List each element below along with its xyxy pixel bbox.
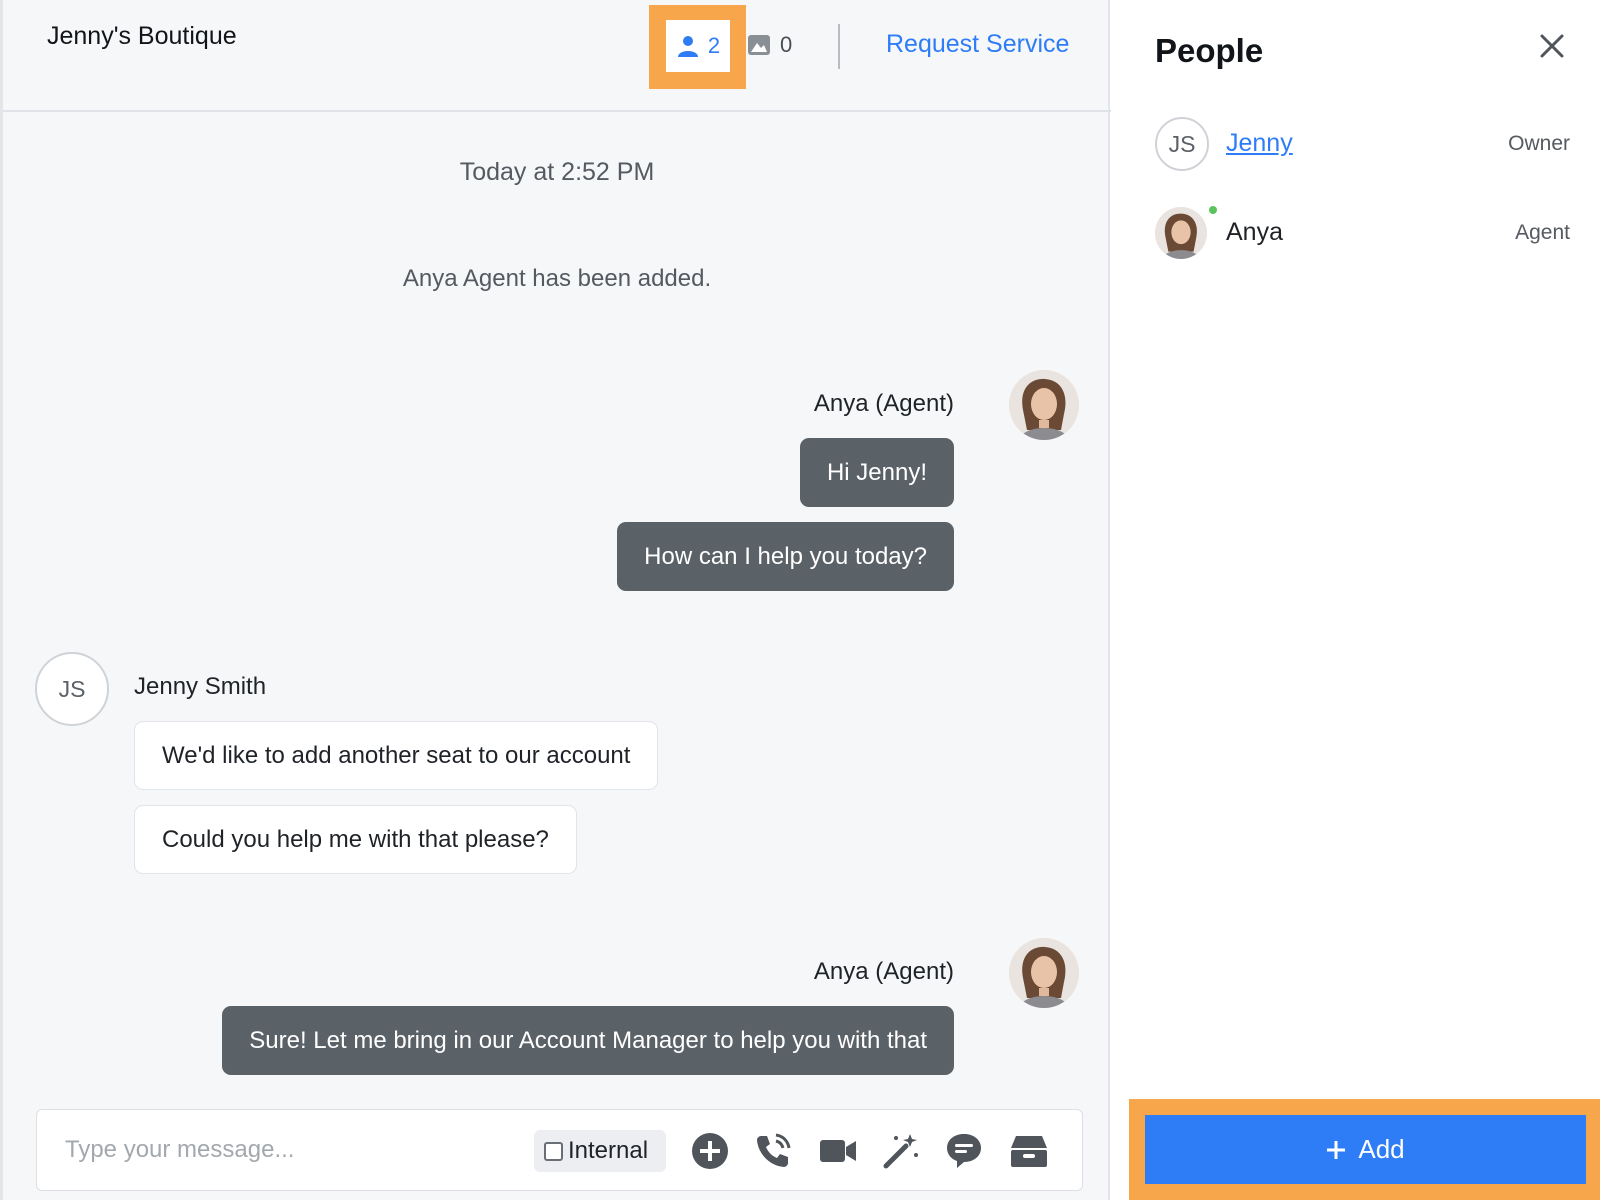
plus-icon bbox=[1327, 1140, 1346, 1159]
message-input[interactable] bbox=[65, 1130, 505, 1170]
request-service-link[interactable]: Request Service bbox=[886, 30, 1069, 59]
person-icon bbox=[677, 36, 698, 57]
sender-name: Jenny Smith bbox=[134, 673, 267, 700]
sender-name: Anya (Agent) bbox=[813, 390, 954, 417]
person-avatar: JS bbox=[1155, 117, 1209, 171]
internal-label: Internal bbox=[568, 1137, 649, 1164]
message-composer: Internal bbox=[36, 1109, 1083, 1191]
message-bubble: We'd like to add another seat to our acc… bbox=[134, 721, 659, 790]
person-row: Anya Agent bbox=[1155, 206, 1570, 262]
media-count: 0 bbox=[780, 32, 793, 57]
image-icon bbox=[748, 35, 770, 55]
agent-avatar bbox=[1009, 370, 1079, 440]
message-bubble: Could you help me with that please? bbox=[134, 805, 577, 874]
message-bubble: Sure! Let me bring in our Account Manage… bbox=[222, 1006, 954, 1075]
message-bubble: How can I help you today? bbox=[617, 522, 954, 591]
archive-box-icon[interactable] bbox=[1008, 1130, 1050, 1172]
sender-name: Anya (Agent) bbox=[813, 958, 954, 985]
system-message: Anya Agent has been added. bbox=[402, 265, 712, 292]
agent-photo-icon bbox=[1155, 207, 1207, 259]
person-role: Agent bbox=[1515, 221, 1570, 244]
person-name-link[interactable]: Jenny bbox=[1226, 129, 1293, 158]
add-button-label: Add bbox=[1358, 1134, 1405, 1164]
person-avatar bbox=[1155, 207, 1207, 259]
person-role: Owner bbox=[1508, 132, 1570, 155]
chat-pane: Jenny's Boutique 2 0 Request Service Tod… bbox=[0, 0, 1111, 1200]
person-row: JS Jenny Owner bbox=[1155, 117, 1570, 173]
participants-count: 2 bbox=[707, 33, 721, 58]
header-divider bbox=[838, 24, 840, 69]
magic-wand-icon[interactable] bbox=[880, 1130, 922, 1172]
add-person-button[interactable]: Add bbox=[1145, 1115, 1586, 1184]
internal-checkbox[interactable] bbox=[544, 1141, 563, 1161]
message-bubble: Hi Jenny! bbox=[799, 438, 954, 507]
plus-circle-icon[interactable] bbox=[689, 1130, 731, 1172]
people-panel: People JS Jenny Owner Anya Agent bbox=[1112, 0, 1600, 1200]
customer-avatar: JS bbox=[35, 652, 109, 726]
participants-button[interactable]: 2 bbox=[666, 20, 730, 72]
agent-avatar bbox=[1009, 938, 1079, 1008]
close-icon[interactable] bbox=[1536, 30, 1568, 62]
chat-bubble-icon[interactable] bbox=[943, 1130, 985, 1172]
business-name: Jenny's Boutique bbox=[47, 22, 237, 50]
person-name: Anya bbox=[1226, 218, 1283, 246]
video-camera-icon[interactable] bbox=[817, 1130, 859, 1172]
internal-toggle[interactable]: Internal bbox=[534, 1130, 666, 1172]
chat-header: Jenny's Boutique 2 0 Request Service bbox=[3, 0, 1111, 112]
panel-title: People bbox=[1155, 32, 1264, 69]
online-status-dot bbox=[1209, 206, 1217, 214]
media-button[interactable]: 0 bbox=[747, 30, 792, 60]
agent-photo-icon bbox=[1009, 938, 1079, 1008]
agent-photo-icon bbox=[1009, 370, 1079, 440]
phone-icon[interactable] bbox=[752, 1130, 794, 1172]
conversation-timestamp: Today at 2:52 PM bbox=[459, 158, 655, 186]
